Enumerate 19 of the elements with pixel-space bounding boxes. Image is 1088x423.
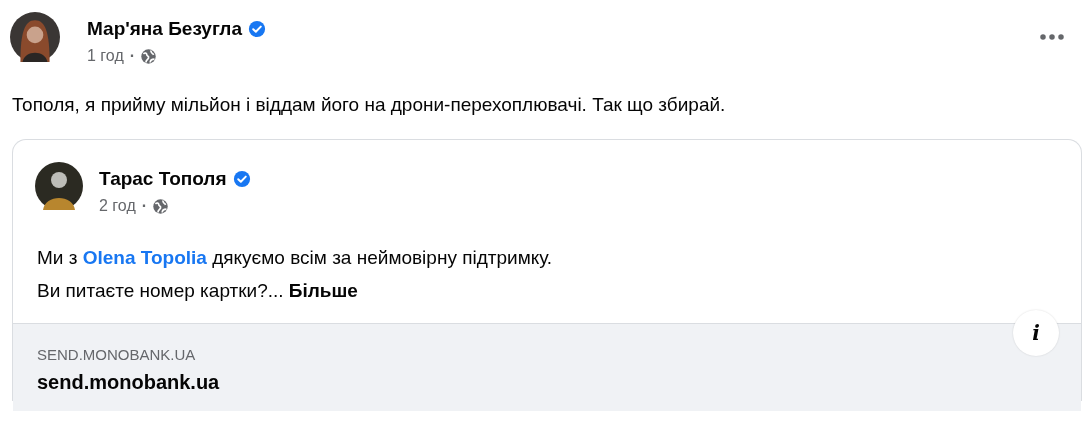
post-time[interactable]: 2 год	[99, 197, 136, 215]
avatar[interactable]	[10, 12, 60, 62]
link-title[interactable]: send.monobank.ua	[37, 371, 1057, 394]
more-icon	[1040, 34, 1064, 40]
post-text: Ви питаєте номер картки?... Більше	[37, 279, 359, 303]
author-name[interactable]: Тарас Тополя	[99, 168, 227, 190]
post-text: Тополя, я прийму мільйон і віддам його на дрони-перехоплювачі. Так що збирай.	[12, 93, 727, 117]
see-more-link[interactable]: Більше	[288, 280, 358, 301]
mention-link[interactable]: Olena Topolia	[82, 247, 207, 268]
info-button[interactable]: i	[1013, 310, 1059, 356]
separator: ·	[129, 47, 136, 65]
globe-icon	[152, 197, 170, 215]
globe-icon	[140, 47, 158, 65]
post-text: Ми з Olena Topolia дякуємо всім за неймовірну підтримку.	[37, 246, 554, 270]
separator: ·	[141, 197, 148, 215]
link-domain: SEND.MONOBANK.UA	[37, 346, 197, 363]
author-name[interactable]: Мар'яна Безугла	[87, 18, 242, 40]
post-time[interactable]: 1 год	[87, 47, 124, 65]
avatar[interactable]	[35, 162, 83, 210]
